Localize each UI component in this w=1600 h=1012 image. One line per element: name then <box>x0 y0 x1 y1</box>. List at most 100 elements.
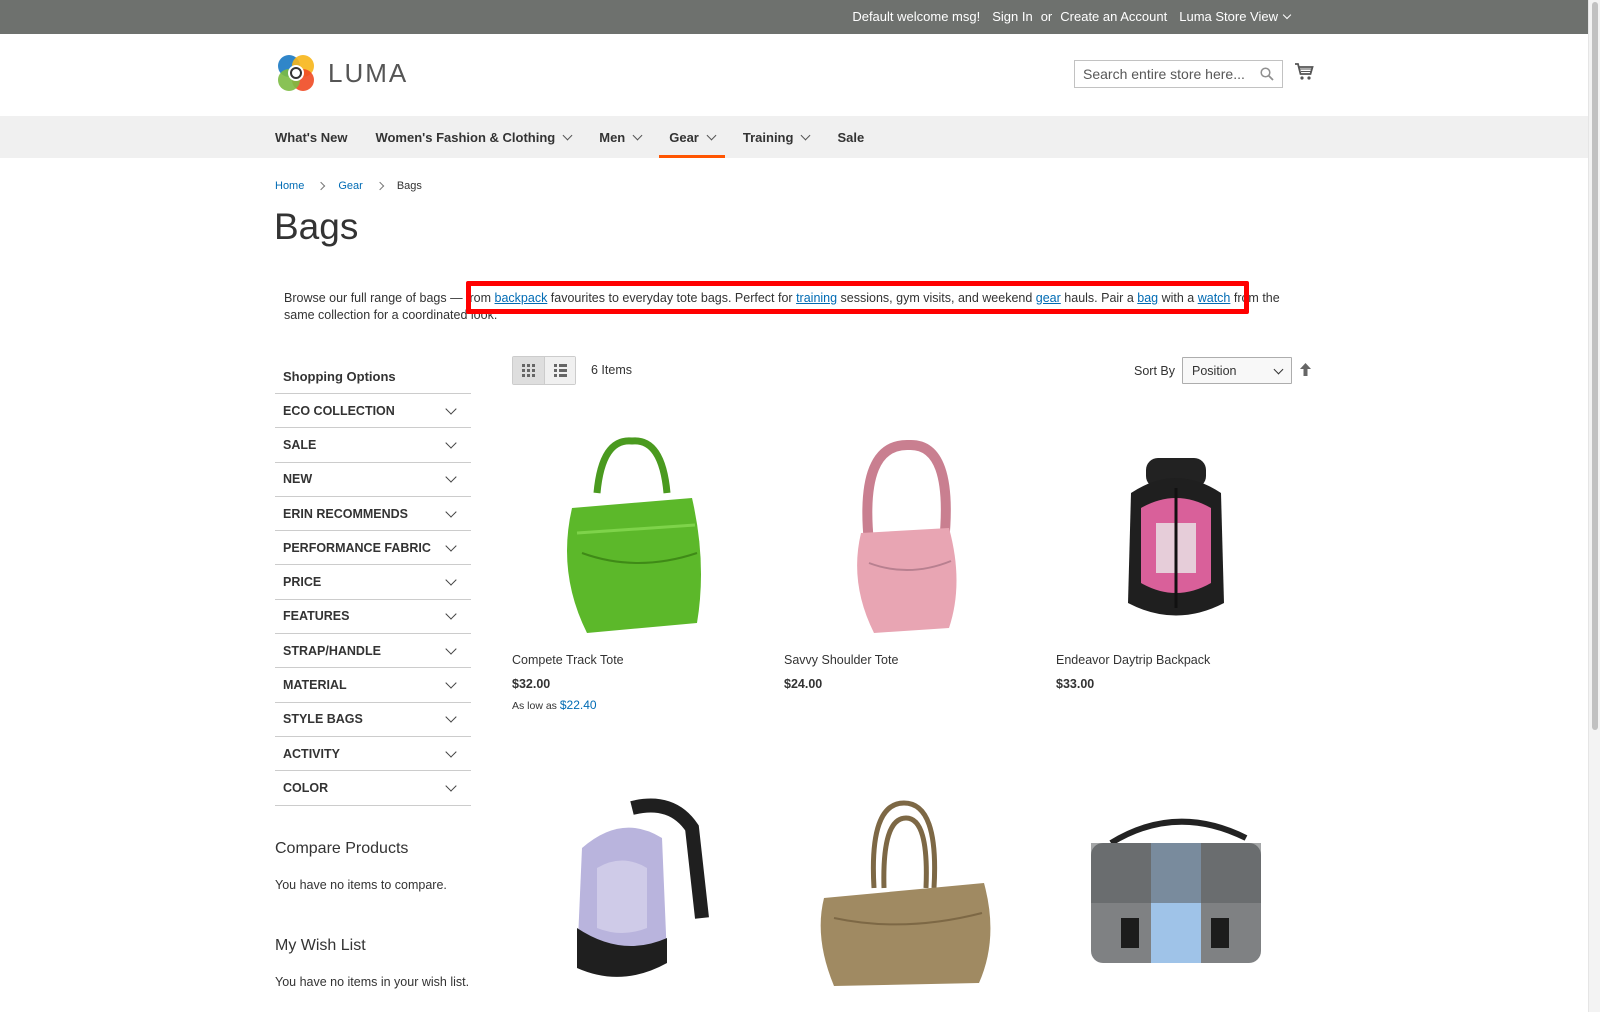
product-card[interactable] <box>512 768 752 1008</box>
nav-item-sale[interactable]: Sale <box>837 116 864 158</box>
filter-label: PERFORMANCE FABRIC <box>283 540 431 555</box>
description-text: hauls. Pair a <box>1060 291 1138 305</box>
breadcrumb-gear-link[interactable]: Gear <box>338 180 362 192</box>
chevron-down-icon <box>632 130 643 140</box>
product-image[interactable] <box>1056 768 1296 1008</box>
sign-in-link[interactable]: Sign In <box>992 9 1032 24</box>
filter-label: STYLE BAGS <box>283 712 363 727</box>
chevron-down-icon <box>445 505 457 518</box>
product-card[interactable]: Savvy Shoulder Tote $24.00 <box>784 413 1024 691</box>
filter-activity[interactable]: ACTIVITY <box>275 737 471 772</box>
store-logo[interactable]: LUMA <box>275 52 408 94</box>
grid-view-button[interactable] <box>513 357 544 384</box>
store-view-switcher[interactable]: Luma Store View <box>1179 9 1292 24</box>
nav-item-training[interactable]: Training <box>742 116 811 158</box>
cart-icon[interactable] <box>1294 62 1314 81</box>
filter-label: ECO COLLECTION <box>283 403 395 418</box>
chevron-down-icon <box>445 677 457 689</box>
store-view-label: Luma Store View <box>1179 9 1278 24</box>
product-name[interactable]: Savvy Shoulder Tote <box>784 653 1024 667</box>
product-image[interactable] <box>784 413 1024 653</box>
nav-label: Sale <box>837 129 865 145</box>
filter-price[interactable]: PRICE <box>275 565 471 600</box>
filter-performance-fabric[interactable]: PERFORMANCE FABRIC <box>275 531 471 566</box>
chevron-down-icon <box>445 780 457 792</box>
product-card[interactable] <box>1056 768 1296 1008</box>
nav-item-men[interactable]: Men <box>599 116 643 158</box>
as-low-as-label: As low as <box>512 700 557 712</box>
bag-link[interactable]: bag <box>1137 291 1158 305</box>
sort-by-select[interactable]: Position <box>1182 357 1292 384</box>
product-image[interactable] <box>1056 413 1296 653</box>
list-icon <box>553 364 567 377</box>
nav-item-whats-new[interactable]: What's New <box>275 116 347 158</box>
product-card[interactable]: Endeavor Daytrip Backpack $33.00 <box>1056 413 1296 691</box>
product-name[interactable]: Compete Track Tote <box>512 653 752 667</box>
product-name[interactable]: Endeavor Daytrip Backpack <box>1056 653 1296 667</box>
grid-icon <box>522 364 535 377</box>
breadcrumb-home-link[interactable]: Home <box>275 180 304 192</box>
filter-color[interactable]: COLOR <box>275 771 471 806</box>
chevron-down-icon <box>445 437 457 449</box>
product-image[interactable] <box>512 413 752 653</box>
sidebar-filters: Shopping Options ECO COLLECTION SALE NEW… <box>275 360 471 806</box>
page-scrollbar[interactable] <box>1588 0 1600 1012</box>
training-link[interactable]: training <box>796 291 837 305</box>
chevron-down-icon <box>1282 10 1292 20</box>
filter-new[interactable]: NEW <box>275 463 471 497</box>
nav-label: What's New <box>275 129 348 145</box>
page-title: Bags <box>274 206 359 247</box>
filter-label: ACTIVITY <box>283 746 340 761</box>
compare-empty-text: You have no items to compare. <box>275 878 447 892</box>
compare-products-title: Compare Products <box>275 840 409 857</box>
list-view-button[interactable] <box>544 357 575 384</box>
product-price: $33.00 <box>1056 677 1095 691</box>
category-description: Browse our full range of bags — from bac… <box>284 290 1304 324</box>
gear-link[interactable]: gear <box>1036 291 1061 305</box>
filter-features[interactable]: FEATURES <box>275 600 471 635</box>
product-card[interactable] <box>784 768 1024 1008</box>
filter-style-bags[interactable]: STYLE BAGS <box>275 703 471 737</box>
tote-bag-image <box>567 437 701 633</box>
search-icon[interactable] <box>1260 67 1274 81</box>
item-count: 6 Items <box>591 363 632 377</box>
filter-eco-collection[interactable]: ECO COLLECTION <box>275 394 471 429</box>
product-image[interactable] <box>784 768 1024 1008</box>
filter-strap-handle[interactable]: STRAP/HANDLE <box>275 634 471 669</box>
shoulder-tote-image <box>857 439 957 633</box>
product-price: $32.00 <box>512 677 551 691</box>
chevron-right-icon <box>317 181 326 191</box>
scrollbar-thumb[interactable] <box>1592 2 1598 730</box>
product-as-low-as: As low as $22.40 <box>512 698 752 712</box>
backpack-image <box>577 798 709 977</box>
sort-by-value: Position <box>1192 363 1237 378</box>
chevron-down-icon <box>800 130 811 140</box>
search-input[interactable] <box>1075 61 1255 87</box>
chevron-right-icon <box>375 181 385 191</box>
description-text: favourites to everyday tote bags. Perfec… <box>547 291 797 305</box>
nav-label: Training <box>742 129 794 145</box>
product-card[interactable]: Compete Track Tote $32.00 As low as $22.… <box>512 413 752 712</box>
view-mode-switcher <box>512 356 576 385</box>
filter-sale[interactable]: SALE <box>275 428 471 463</box>
chevron-down-icon <box>445 402 457 415</box>
nav-item-gear[interactable]: Gear <box>659 116 725 158</box>
chevron-down-icon <box>445 745 457 758</box>
chevron-down-icon <box>562 130 573 140</box>
messenger-bag-image <box>1091 818 1261 963</box>
filter-material[interactable]: MATERIAL <box>275 668 471 703</box>
chevron-down-icon <box>445 711 457 723</box>
watch-link[interactable]: watch <box>1198 291 1231 305</box>
luma-logo-icon <box>278 55 314 91</box>
filter-erin-recommends[interactable]: ERIN RECOMMENDS <box>275 497 471 532</box>
sort-direction-arrow-icon[interactable] <box>1300 363 1311 376</box>
chevron-down-icon <box>445 643 457 655</box>
create-account-link[interactable]: Create an Account <box>1060 9 1167 24</box>
as-low-as-price: $22.40 <box>559 698 597 712</box>
wishlist-empty-text: You have no items in your wish list. <box>275 975 470 989</box>
nav-item-womens-fashion[interactable]: Women's Fashion & Clothing <box>375 116 573 158</box>
backpack-link[interactable]: backpack <box>495 291 548 305</box>
site-header: LUMA <box>0 34 1588 116</box>
breadcrumb-current: Bags <box>396 180 422 192</box>
product-image[interactable] <box>512 768 752 1008</box>
